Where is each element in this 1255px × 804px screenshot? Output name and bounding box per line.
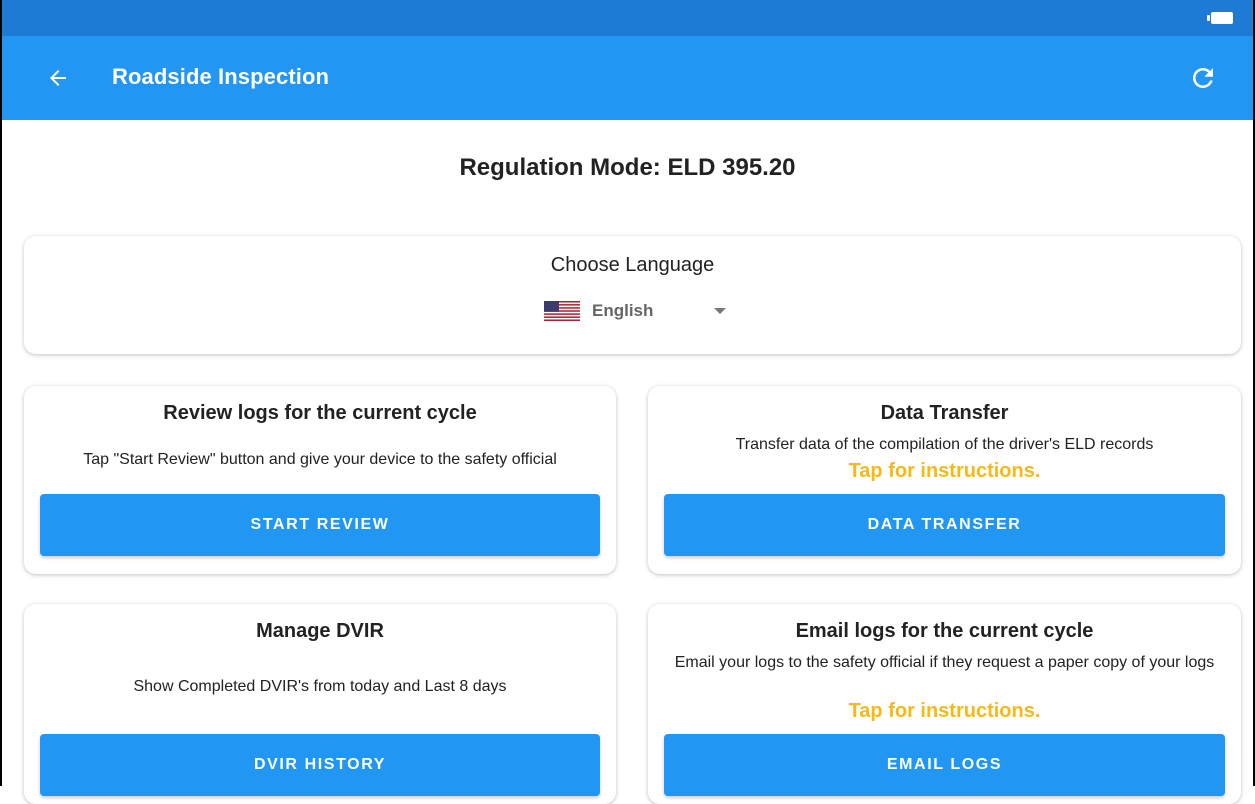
language-value: English [592, 301, 654, 320]
app-bar: Roadside Inspection [0, 36, 1255, 120]
arrow-left-icon [50, 70, 66, 86]
status-bar [0, 0, 1255, 36]
data-transfer-description: Transfer data of the compilation of the … [735, 436, 1154, 453]
start-review-button[interactable]: START REVIEW [40, 494, 600, 556]
back-button[interactable] [38, 58, 78, 98]
battery-icon [1207, 12, 1233, 24]
data-transfer-instructions-link[interactable]: Tap for instructions. [648, 460, 1241, 483]
regulation-mode-heading: Regulation Mode: ELD 395.20 [459, 154, 796, 181]
language-card: Choose Language English [24, 236, 1241, 354]
review-logs-card: Review logs for the current cycle Tap "S… [24, 386, 616, 574]
review-logs-description: Tap "Start Review" button and give your … [83, 451, 557, 468]
email-logs-description: Email your logs to the safety official i… [674, 654, 1215, 671]
page-title: Roadside Inspection [112, 64, 330, 89]
language-select[interactable]: English [544, 296, 726, 326]
manage-dvir-card: Manage DVIR Show Completed DVIR's from t… [24, 604, 616, 804]
window-border-left [0, 0, 2, 786]
dvir-history-button[interactable]: DVIR HISTORY [40, 734, 600, 796]
us-flag-icon [544, 301, 580, 321]
chevron-down-icon [714, 308, 726, 314]
manage-dvir-title: Manage DVIR [256, 620, 384, 642]
data-transfer-card: Data Transfer Transfer data of the compi… [648, 386, 1241, 574]
refresh-button[interactable] [1181, 56, 1225, 100]
data-transfer-button[interactable]: DATA TRANSFER [664, 494, 1225, 556]
email-logs-button[interactable]: EMAIL LOGS [664, 734, 1225, 796]
language-title: Choose Language [550, 254, 715, 276]
manage-dvir-description: Show Completed DVIR's from today and Las… [133, 678, 507, 695]
email-logs-card: Email logs for the current cycle Email y… [648, 604, 1241, 804]
email-logs-instructions-link[interactable]: Tap for instructions. [648, 700, 1241, 723]
review-logs-title: Review logs for the current cycle [163, 402, 477, 424]
email-logs-title: Email logs for the current cycle [795, 620, 1094, 642]
data-transfer-title: Data Transfer [880, 402, 1009, 424]
refresh-icon [1193, 68, 1213, 88]
